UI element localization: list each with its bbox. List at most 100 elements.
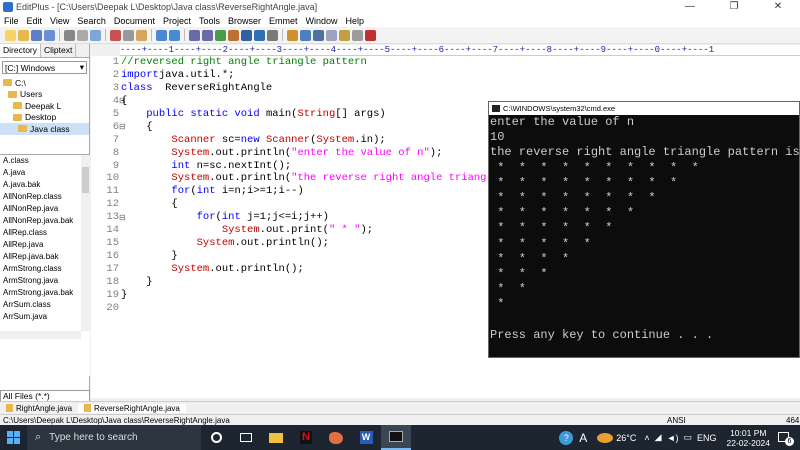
line-number: 5 (112, 107, 119, 120)
menu-document[interactable]: Document (110, 16, 159, 26)
file-item[interactable]: ArmStrong.java.bak (0, 287, 90, 299)
status-size: 464 (786, 415, 800, 425)
file-item[interactable]: AllRep.java.bak (0, 251, 90, 263)
output-window-icon[interactable] (300, 29, 311, 41)
tree-item-java-class[interactable]: Java class (0, 123, 89, 135)
menu-file[interactable]: File (0, 16, 23, 26)
file-explorer-icon[interactable] (261, 425, 291, 450)
help-icon[interactable]: ? (559, 430, 574, 445)
menu-view[interactable]: View (46, 16, 73, 26)
menu-window[interactable]: Window (302, 16, 342, 26)
browser-icon[interactable] (339, 29, 350, 41)
file-item[interactable]: A.java.bak (0, 179, 90, 191)
cascade-icon[interactable] (326, 29, 337, 41)
cmd-taskbar-icon[interactable] (381, 425, 411, 450)
find-icon[interactable] (189, 29, 200, 41)
file-item[interactable]: A.class (0, 155, 90, 167)
scrollbar-thumb[interactable] (82, 167, 89, 193)
netflix-icon[interactable]: N (291, 425, 321, 450)
paint-icon[interactable] (321, 425, 351, 450)
clock[interactable]: 10:01 PM 22-02-2024 (727, 428, 770, 448)
menu-search[interactable]: Search (73, 16, 110, 26)
line-number-icon[interactable] (267, 29, 278, 41)
open-folder-icon[interactable] (18, 29, 29, 41)
tree-item-deepak[interactable]: Deepak L (0, 100, 89, 112)
drive-select[interactable]: [C:] Windows ▾ (2, 61, 87, 74)
help-icon[interactable] (365, 29, 376, 41)
menu-edit[interactable]: Edit (23, 16, 47, 26)
file-item[interactable]: ArmStrong.java (0, 275, 90, 287)
code-token: System (171, 263, 210, 275)
save-icon[interactable] (31, 29, 42, 41)
minimize-button[interactable]: — (668, 0, 712, 14)
battery-icon[interactable]: ▭ (683, 432, 692, 443)
menu-emmet[interactable]: Emmet (265, 16, 302, 26)
task-view-icon[interactable] (231, 425, 261, 450)
doc-tab-reverserightangle[interactable]: ReverseRightAngle.java (78, 403, 186, 413)
file-item[interactable]: AllRep.java (0, 239, 90, 251)
status-path: C:\Users\Deepak L\Desktop\Java class\Rev… (3, 415, 230, 425)
start-button[interactable] (0, 425, 27, 450)
copy-icon[interactable] (123, 29, 134, 41)
code-line[interactable]: //reversed right angle triangle pattern (121, 56, 587, 69)
file-list-hscrollbar[interactable] (0, 331, 81, 339)
spell-check-icon[interactable] (90, 29, 101, 41)
code-token: j=1;j<=i;j++) (240, 211, 329, 224)
goto-icon[interactable] (215, 29, 226, 41)
notification-icon[interactable]: 6 (776, 430, 794, 446)
save-all-icon[interactable] (44, 29, 55, 41)
print-preview-icon[interactable] (77, 29, 88, 41)
tree-item-users[interactable]: Users (0, 89, 89, 101)
code-line[interactable]: importjava.util.*; (121, 69, 587, 82)
cortana-icon[interactable] (201, 425, 231, 450)
print-icon[interactable] (64, 29, 75, 41)
taskbar-search[interactable]: ⌕ Type here to search (27, 425, 201, 450)
file-item[interactable]: A.java (0, 167, 90, 179)
code-line[interactable]: class ReverseRightAngle (121, 82, 587, 95)
menu-tools[interactable]: Tools (195, 16, 224, 26)
tile-window-icon[interactable] (313, 29, 324, 41)
menu-help[interactable]: Help (342, 16, 369, 26)
tree-item-desktop[interactable]: Desktop (0, 112, 89, 124)
file-item[interactable]: AllNonRep.java.bak (0, 215, 90, 227)
menu-browser[interactable]: Browser (224, 16, 265, 26)
volume-icon[interactable]: ◄) (667, 433, 679, 443)
menu-project[interactable]: Project (159, 16, 195, 26)
word-wrap-icon[interactable] (241, 29, 252, 41)
weather-icon[interactable] (597, 432, 614, 443)
close-button[interactable]: ✕ (756, 0, 800, 14)
language-indicator[interactable]: ENG (697, 433, 717, 443)
file-item[interactable]: ArmStrong.class (0, 263, 90, 275)
tab-cliptext[interactable]: Cliptext (41, 44, 77, 57)
ruler-icon[interactable] (254, 29, 265, 41)
file-item[interactable]: AllNonRep.java (0, 203, 90, 215)
file-item[interactable]: ArrSum.java (0, 311, 90, 323)
drive-select-value: [C:] Windows (5, 62, 56, 73)
code-token: main( (259, 107, 298, 120)
tab-directory[interactable]: Directory (0, 44, 42, 57)
paste-icon[interactable] (136, 29, 147, 41)
tree-item-drive[interactable]: C:\ (0, 77, 89, 89)
settings-icon[interactable] (352, 29, 363, 41)
cmd-window[interactable]: C:\WINDOWS\system32\cmd.exe enter the va… (488, 101, 800, 358)
file-item[interactable]: AllNonRep.class (0, 191, 90, 203)
new-file-icon[interactable] (5, 29, 16, 41)
file-item[interactable]: AllRep.class (0, 227, 90, 239)
network-icon[interactable]: ◢ (655, 432, 662, 443)
chevron-up-icon[interactable]: ˄ (644, 433, 649, 443)
redo-icon[interactable] (169, 29, 180, 41)
maximize-button[interactable]: ❐ (712, 0, 756, 14)
temperature[interactable]: 26°C (616, 433, 636, 443)
undo-icon[interactable] (156, 29, 167, 41)
font-icon[interactable] (228, 29, 239, 41)
directory-window-icon[interactable] (287, 29, 298, 41)
file-item[interactable]: ArrSum.class (0, 299, 90, 311)
accessibility-icon[interactable]: A (579, 431, 587, 445)
file-list-scrollbar[interactable] (81, 155, 90, 331)
word-icon[interactable]: W (351, 425, 381, 450)
doc-tab-rightangle[interactable]: RightAngle.java (0, 404, 78, 413)
replace-icon[interactable] (202, 29, 213, 41)
cut-icon[interactable] (110, 29, 121, 41)
cmd-line: * (490, 297, 505, 312)
java-file-icon (6, 404, 13, 412)
